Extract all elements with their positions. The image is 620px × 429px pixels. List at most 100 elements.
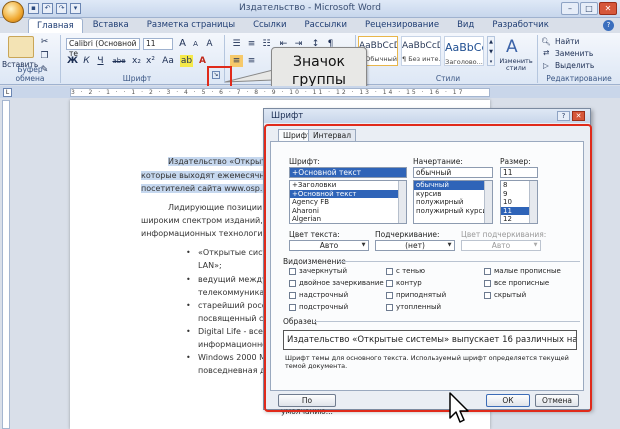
set-default-button[interactable]: По умолчанию...	[278, 394, 336, 416]
horizontal-ruler[interactable]: 3 · 2 · 1 · · 1 · 2 · 3 · 4 · 5 · 6 · 7 …	[70, 88, 490, 97]
superscript-button[interactable]: x²	[144, 55, 157, 67]
tab-spacing[interactable]: Интервал	[308, 129, 357, 141]
checkbox-label: утопленный	[396, 303, 442, 311]
styles-scroll-icon[interactable]: ▲ ▼ ▾	[487, 36, 495, 66]
checkbox-box	[386, 267, 393, 275]
dialog-close-icon[interactable]: ✕	[572, 111, 585, 121]
grow-font-button[interactable]: A	[176, 38, 189, 50]
hidden-checkbox[interactable]: скрытый	[484, 291, 526, 299]
dialog-help-icon[interactable]: ?	[557, 111, 570, 121]
minimize-button[interactable]: –	[561, 2, 579, 15]
scrollbar[interactable]	[398, 181, 406, 223]
underline-select[interactable]: (нет) ▼	[375, 240, 455, 251]
tab-references[interactable]: Ссылки	[245, 18, 294, 33]
emboss-checkbox[interactable]: приподнятый	[386, 291, 446, 299]
help-icon[interactable]: ?	[603, 20, 614, 31]
superscript-checkbox[interactable]: надстрочный	[289, 291, 348, 299]
font-label: Шрифт:	[289, 157, 320, 166]
change-styles-button[interactable]: Изменить стили	[498, 58, 534, 72]
close-button[interactable]: ✕	[599, 2, 617, 15]
font-name-combo[interactable]: Calibri (Основной те	[66, 38, 140, 58]
style-list[interactable]: обычный курсив полужирный полужирный кур…	[413, 180, 493, 224]
copy-icon[interactable]: ❐	[38, 50, 51, 62]
engrave-checkbox[interactable]: утопленный	[386, 303, 441, 311]
font-list[interactable]: +Заголовки +Основной текст Agency FB Aha…	[289, 180, 407, 224]
checkbox-box	[289, 267, 296, 275]
clipboard-group-label: Буфер обмена	[15, 65, 45, 83]
scrollbar[interactable]	[484, 181, 492, 223]
checkbox-label: двойное зачеркивание	[299, 279, 384, 287]
numbering-icon[interactable]: ≡	[245, 38, 258, 50]
tab-view[interactable]: Вид	[449, 18, 482, 33]
bold-button[interactable]: Ж	[66, 55, 79, 67]
editing-group-label: Редактирование	[546, 74, 612, 83]
style-heading-1[interactable]: AaBbCc Заголово...	[444, 36, 484, 66]
underline-value: (нет)	[405, 241, 425, 250]
mouse-pointer-icon	[449, 392, 469, 423]
checkbox-box	[386, 303, 393, 311]
list-item[interactable]: полужирный курсив	[414, 207, 492, 216]
ok-button[interactable]: ОК	[486, 394, 530, 407]
ribbon-tabs: Главная Вставка Разметка страницы Ссылки…	[28, 18, 557, 33]
list-item[interactable]: полужирный	[414, 198, 492, 207]
list-item[interactable]: Algerian	[290, 215, 406, 223]
bullet-icon: •	[186, 327, 191, 336]
checkbox-box	[289, 291, 296, 299]
font-name-input[interactable]: +Основной текст	[289, 167, 407, 178]
doc-line: широким спектром изданий, как	[141, 216, 280, 225]
subscript-button[interactable]: x₂	[130, 55, 143, 67]
tab-insert[interactable]: Вставка	[85, 18, 137, 33]
list-item[interactable]: Aharoni	[290, 207, 406, 216]
window-controls: – □ ✕	[561, 2, 617, 15]
scrollbar[interactable]	[529, 181, 537, 223]
size-list[interactable]: 8 9 10 11 12	[500, 180, 538, 224]
checkbox-label: с тенью	[396, 267, 426, 275]
strikethrough-button[interactable]: abe	[110, 55, 128, 67]
checkbox-box	[484, 291, 491, 299]
checkbox-box	[386, 291, 393, 299]
tab-selector-icon[interactable]: L	[3, 88, 12, 97]
font-group-label: Шрифт	[122, 74, 152, 83]
replace-button[interactable]: Заменить	[555, 49, 593, 58]
shadow-checkbox[interactable]: с тенью	[386, 267, 425, 275]
list-item[interactable]: обычный	[414, 181, 492, 190]
checkbox-label: подстрочный	[299, 303, 349, 311]
size-input[interactable]: 11	[500, 167, 538, 178]
chevron-down-icon: ▼	[447, 242, 452, 248]
cancel-button[interactable]: Отмена	[535, 394, 579, 407]
highlight-icon[interactable]: ab	[180, 55, 193, 67]
list-item[interactable]: +Основной текст	[290, 189, 406, 199]
list-item[interactable]: +Заголовки	[290, 181, 406, 190]
text-color-select[interactable]: Авто ▼	[289, 240, 369, 251]
subscript-checkbox[interactable]: подстрочный	[289, 303, 348, 311]
double-strikethrough-checkbox[interactable]: двойное зачеркивание	[289, 279, 384, 287]
style-no-spacing[interactable]: AaBbCcDc ¶ Без инте...	[401, 36, 441, 66]
office-button[interactable]	[2, 1, 24, 23]
bullet-icon: •	[186, 353, 191, 362]
list-item[interactable]: курсив	[414, 190, 492, 199]
style-input[interactable]: обычный	[413, 167, 493, 178]
cut-icon[interactable]: ✂	[38, 36, 51, 48]
tab-mailings[interactable]: Рассылки	[296, 18, 354, 33]
shrink-font-button[interactable]: A	[189, 38, 202, 50]
underline-button[interactable]: Ч	[94, 55, 107, 67]
align-center-icon[interactable]: ≡	[245, 55, 258, 67]
change-case-button[interactable]: Аа	[160, 55, 176, 67]
tab-home[interactable]: Главная	[28, 18, 83, 33]
tab-review[interactable]: Рецензирование	[357, 18, 447, 33]
select-button[interactable]: Выделить	[555, 61, 594, 70]
tab-page-layout[interactable]: Разметка страницы	[139, 18, 243, 33]
checkbox-box	[386, 279, 393, 287]
maximize-button[interactable]: □	[580, 2, 598, 15]
bullets-icon[interactable]: ☰	[230, 38, 243, 50]
italic-button[interactable]: К	[80, 55, 93, 67]
strikethrough-checkbox[interactable]: зачеркнутый	[289, 267, 347, 275]
find-button[interactable]: Найти	[555, 37, 579, 46]
list-item[interactable]: Agency FB	[290, 198, 406, 207]
all-caps-checkbox[interactable]: все прописные	[484, 279, 549, 287]
font-size-combo[interactable]: 11	[143, 38, 173, 50]
tab-developer[interactable]: Разработчик	[484, 18, 557, 33]
clear-format-button[interactable]: A	[203, 38, 216, 50]
outline-checkbox[interactable]: контур	[386, 279, 422, 287]
small-caps-checkbox[interactable]: малые прописные	[484, 267, 561, 275]
